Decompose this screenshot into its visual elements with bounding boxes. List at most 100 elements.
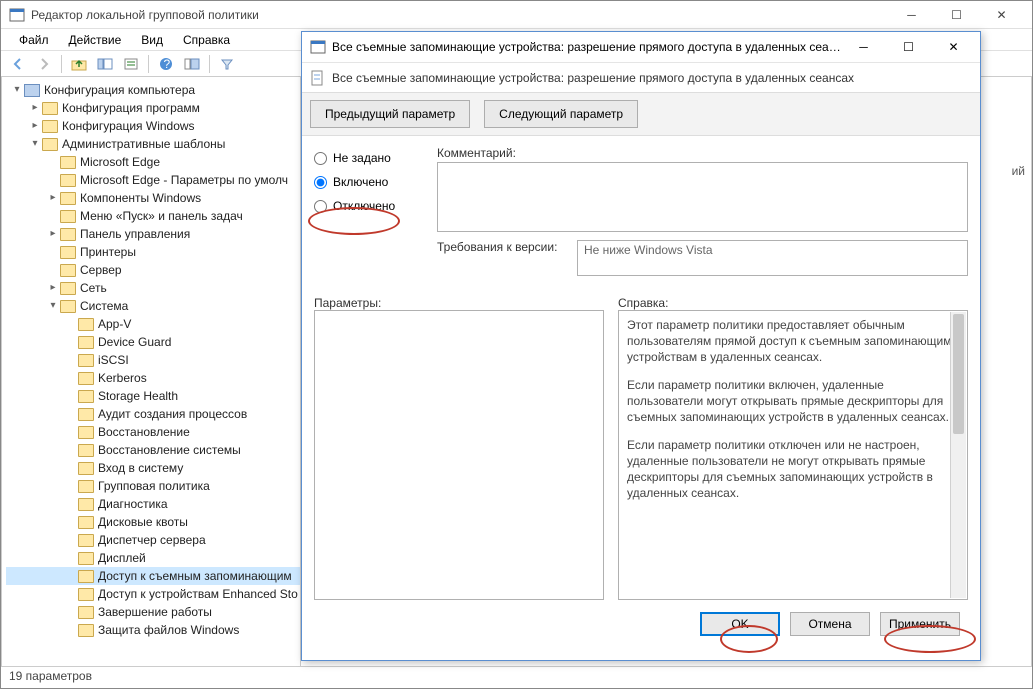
tree-item[interactable]: Сервер — [6, 261, 300, 279]
dialog-subtitle: Все съемные запоминающие устройства: раз… — [332, 71, 854, 85]
policy-dialog: Все съемные запоминающие устройства: раз… — [301, 31, 981, 661]
tree-item-label: Доступ к устройствам Enhanced Sto — [98, 585, 298, 603]
ok-button[interactable]: OK — [700, 612, 780, 636]
dialog-minimize-button[interactable]: ─ — [841, 35, 886, 59]
tree-item-label: Восстановление — [98, 423, 190, 441]
filter-icon[interactable] — [216, 53, 238, 75]
tree-item[interactable]: ▾Административные шаблоны — [6, 135, 300, 153]
tree-item[interactable]: Microsoft Edge - Параметры по умолч — [6, 171, 300, 189]
tree-item[interactable]: Дисковые квоты — [6, 513, 300, 531]
folder-icon — [78, 570, 94, 583]
folder-icon — [60, 246, 76, 259]
tree-item-label: Дисплей — [98, 549, 146, 567]
tree-item[interactable]: ▸Сеть — [6, 279, 300, 297]
tree-item[interactable]: Диагностика — [6, 495, 300, 513]
tree-item-label: Диспетчер сервера — [98, 531, 206, 549]
tree-item[interactable]: Доступ к устройствам Enhanced Sto — [6, 585, 300, 603]
tree-item[interactable]: Восстановление системы — [6, 441, 300, 459]
minimize-button[interactable]: ─ — [889, 5, 934, 25]
tree-item[interactable]: Вход в систему — [6, 459, 300, 477]
folder-icon — [42, 120, 58, 133]
tree-item[interactable]: ▾Конфигурация компьютера — [6, 81, 300, 99]
tree-item-label: Доступ к съемным запоминающим — [98, 567, 292, 585]
tree-item[interactable]: ▸Панель управления — [6, 225, 300, 243]
filter-options-icon[interactable] — [181, 53, 203, 75]
maximize-button[interactable]: ☐ — [934, 5, 979, 25]
tree-item[interactable]: Диспетчер сервера — [6, 531, 300, 549]
tree-item-label: iSCSI — [98, 351, 129, 369]
tree-item[interactable]: Меню «Пуск» и панель задач — [6, 207, 300, 225]
radio-enabled[interactable]: Включено — [314, 170, 429, 194]
next-setting-button[interactable]: Следующий параметр — [484, 100, 638, 128]
back-icon[interactable] — [7, 53, 29, 75]
menu-help[interactable]: Справка — [173, 31, 240, 49]
tree-item[interactable]: Завершение работы — [6, 603, 300, 621]
cancel-button[interactable]: Отмена — [790, 612, 870, 636]
close-button[interactable]: ✕ — [979, 5, 1024, 25]
dialog-titlebar: Все съемные запоминающие устройства: раз… — [302, 32, 980, 62]
tree-item[interactable]: ▸Компоненты Windows — [6, 189, 300, 207]
state-radio-group: Не задано Включено Отключено — [314, 146, 429, 276]
tree-item[interactable]: Аудит создания процессов — [6, 405, 300, 423]
console-tree[interactable]: ▾Конфигурация компьютера▸Конфигурация пр… — [1, 77, 301, 666]
tree-item[interactable]: Microsoft Edge — [6, 153, 300, 171]
tree-item[interactable]: Доступ к съемным запоминающим — [6, 567, 300, 585]
tree-item-label: Защита файлов Windows — [98, 621, 239, 639]
tree-item-label: Конфигурация программ — [62, 99, 200, 117]
folder-icon — [60, 174, 76, 187]
tree-item[interactable]: Device Guard — [6, 333, 300, 351]
prev-setting-button[interactable]: Предыдущий параметр — [310, 100, 470, 128]
dialog-icon — [310, 39, 326, 55]
help-label: Справка: — [618, 296, 668, 310]
export-list-icon[interactable] — [120, 53, 142, 75]
tree-item[interactable]: Групповая политика — [6, 477, 300, 495]
policy-icon — [310, 70, 326, 86]
tree-item-label: Принтеры — [80, 243, 136, 261]
tree-item[interactable]: ▸Конфигурация Windows — [6, 117, 300, 135]
tree-item-label: Дисковые квоты — [98, 513, 188, 531]
tree-item-label: Система — [80, 297, 128, 315]
tree-item-label: Аудит создания процессов — [98, 405, 247, 423]
parameters-label: Параметры: — [314, 296, 381, 310]
dialog-title: Все съемные запоминающие устройства: раз… — [332, 40, 841, 54]
show-hide-tree-icon[interactable] — [94, 53, 116, 75]
forward-icon[interactable] — [33, 53, 55, 75]
radio-not-configured[interactable]: Не задано — [314, 146, 429, 170]
tree-item[interactable]: Защита файлов Windows — [6, 621, 300, 639]
help-icon[interactable]: ? — [155, 53, 177, 75]
folder-up-icon[interactable] — [68, 53, 90, 75]
menu-action[interactable]: Действие — [59, 31, 132, 49]
comment-textarea[interactable] — [437, 162, 968, 232]
menu-file[interactable]: Файл — [9, 31, 59, 49]
menu-view[interactable]: Вид — [131, 31, 173, 49]
folder-icon — [78, 318, 94, 331]
tree-item-label: Microsoft Edge - Параметры по умолч — [80, 171, 288, 189]
tree-item[interactable]: Kerberos — [6, 369, 300, 387]
tree-item[interactable]: Восстановление — [6, 423, 300, 441]
tree-item[interactable]: Принтеры — [6, 243, 300, 261]
dialog-subtitle-bar: Все съемные запоминающие устройства: раз… — [302, 62, 980, 92]
apply-button[interactable]: Применить — [880, 612, 960, 636]
folder-icon — [78, 372, 94, 385]
tree-item-label: App-V — [98, 315, 131, 333]
dialog-close-button[interactable]: ✕ — [931, 35, 976, 59]
folder-icon — [78, 390, 94, 403]
help-paragraph: Этот параметр политики предоставляет обы… — [627, 317, 959, 365]
folder-icon — [60, 228, 76, 241]
help-scrollbar[interactable] — [950, 312, 966, 598]
tree-item-label: Меню «Пуск» и панель задач — [80, 207, 243, 225]
folder-icon — [78, 354, 94, 367]
tree-item[interactable]: ▸Конфигурация программ — [6, 99, 300, 117]
tree-item[interactable]: Дисплей — [6, 549, 300, 567]
tree-item-label: Панель управления — [80, 225, 190, 243]
tree-item[interactable]: Storage Health — [6, 387, 300, 405]
dialog-maximize-button[interactable]: ☐ — [886, 35, 931, 59]
tree-item[interactable]: App-V — [6, 315, 300, 333]
tree-item[interactable]: iSCSI — [6, 351, 300, 369]
folder-icon — [42, 102, 58, 115]
app-icon — [9, 7, 25, 23]
folder-icon — [78, 606, 94, 619]
radio-disabled[interactable]: Отключено — [314, 194, 429, 218]
tree-item-label: Kerberos — [98, 369, 147, 387]
tree-item[interactable]: ▾Система — [6, 297, 300, 315]
